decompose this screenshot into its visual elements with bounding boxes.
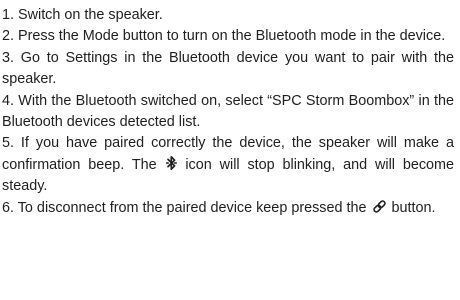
step-4-text: 4. With the Bluetooth switched on, selec… [2,92,454,131]
step-2: 2. Press the Mode button to turn on the … [2,26,454,47]
step-3-text: 3. Go to Settings in the Bluetooth devic… [2,49,454,88]
step-6: 6. To disconnect from the paired device … [2,198,454,219]
step-6-text-after: button. [391,199,436,216]
step-1: 1. Switch on the speaker. [2,5,454,26]
step-6-text-before: 6. To disconnect from the paired device … [2,199,367,216]
link-icon [372,199,387,214]
step-4: 4. With the Bluetooth switched on, selec… [2,91,454,134]
bluetooth-icon [165,155,177,171]
step-2-text: 2. Press the Mode button to turn on the … [2,28,446,45]
step-1-text: 1. Switch on the speaker. [2,7,163,23]
instructions-document: 1. Switch on the speaker. 2. Press the M… [0,0,460,300]
step-3: 3. Go to Settings in the Bluetooth devic… [2,48,454,91]
step-5: 5. If you have paired correctly the devi… [2,133,454,197]
